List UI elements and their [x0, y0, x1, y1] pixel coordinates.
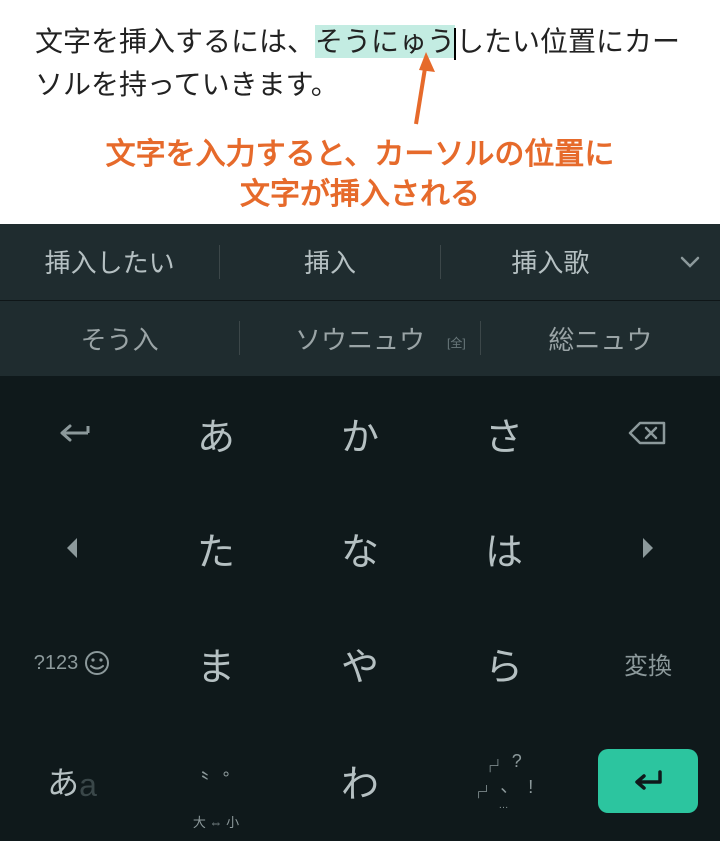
symbol-icon: ┌┘ ? ┌┘ 、 ! … — [475, 751, 534, 811]
kana-key-ka[interactable]: か — [288, 376, 432, 491]
kana-key-ha[interactable]: は — [432, 491, 576, 606]
kana-key-a[interactable]: あ — [144, 376, 288, 491]
sym-question: ? — [512, 751, 522, 772]
candidate-4[interactable]: そう入 — [0, 320, 239, 357]
annotation-arrow-icon — [408, 52, 438, 127]
text-before: 文字を挿入するには、 — [35, 26, 315, 57]
triangle-left-icon — [65, 536, 79, 560]
sym-more: … — [498, 800, 509, 811]
keyboard-row-3: ?123 ま や ら 変換 — [0, 606, 720, 721]
kana-key-wa[interactable]: わ — [288, 721, 432, 841]
dakuten-marks: 〝 ゜ — [187, 765, 245, 797]
kana-key-ya[interactable]: や — [288, 606, 432, 721]
annotation-line2: 文字が挿入される — [20, 175, 700, 216]
candidate-5[interactable]: ソウニュウ [全] — [240, 320, 479, 357]
text-editor-content[interactable]: 文字を挿入するには、そうにゅうしたい位置にカーソルを持っていきます。 — [0, 0, 720, 127]
kana-key-ma[interactable]: ま — [144, 606, 288, 721]
language-switch-key[interactable]: あa — [0, 721, 144, 841]
candidate-6[interactable]: 総ニュウ — [481, 320, 720, 357]
keyboard-row-2: た な は — [0, 491, 720, 606]
undo-arrow-icon — [52, 422, 92, 444]
enter-icon — [630, 768, 666, 794]
ime-composing-text: そうにゅう — [315, 25, 455, 58]
backspace-key[interactable] — [576, 376, 720, 491]
dakuten-size-key[interactable]: 〝 ゜ 大 ⇔ 小 — [144, 721, 288, 841]
chevron-down-icon — [680, 256, 700, 268]
candidate-2[interactable]: 挿入 — [220, 243, 439, 280]
enter-key-button — [598, 749, 698, 813]
candidate-badge: [全] — [447, 334, 466, 351]
kana-key-ra[interactable]: ら — [432, 606, 576, 721]
size-toggle-label: 大 ⇔ 小 — [193, 812, 239, 831]
cursor-right-key[interactable] — [576, 491, 720, 606]
dakuten-right: ゜ — [223, 765, 245, 797]
candidate-5-label: ソウニュウ — [295, 325, 425, 355]
enter-key[interactable] — [576, 721, 720, 841]
cursor-left-key[interactable] — [0, 491, 144, 606]
emoji-icon — [84, 650, 110, 676]
candidate-3[interactable]: 挿入歌 — [441, 243, 660, 280]
keyboard-row-1: あ か さ — [0, 376, 720, 491]
lang-en: a — [79, 767, 97, 804]
kana-key-na[interactable]: な — [288, 491, 432, 606]
sym-ex: ! — [528, 777, 533, 798]
candidate-row-1: 挿入したい 挿入 挿入歌 — [0, 224, 720, 300]
candidate-1[interactable]: 挿入したい — [0, 243, 219, 280]
candidate-row-2: そう入 ソウニュウ [全] 総ニュウ — [0, 300, 720, 376]
annotation-line1: 文字を入力すると、カーソルの位置に — [20, 135, 700, 176]
annotation-callout: 文字を入力すると、カーソルの位置に 文字が挿入される — [0, 127, 720, 224]
kana-key-sa[interactable]: さ — [432, 376, 576, 491]
backspace-icon — [628, 419, 668, 447]
language-icon: あa — [47, 758, 97, 804]
henkan-key[interactable]: 変換 — [576, 606, 720, 721]
triangle-right-icon — [641, 536, 655, 560]
expand-candidates-button[interactable] — [660, 256, 720, 268]
undo-key[interactable] — [0, 376, 144, 491]
keyboard-keys: あ か さ た な は — [0, 376, 720, 841]
sym-dot: 、 — [500, 772, 518, 798]
dakuten-left: 〝 — [187, 765, 209, 797]
lang-jp: あ — [47, 758, 79, 804]
numeric-label: ?123 — [34, 652, 79, 675]
kana-key-ta[interactable]: た — [144, 491, 288, 606]
symbol-key[interactable]: ┌┘ ? ┌┘ 、 ! … — [432, 721, 576, 841]
keyboard-row-4: あa 〝 ゜ 大 ⇔ 小 わ ┌┘ ? ┌┘ — [0, 721, 720, 841]
number-emoji-key[interactable]: ?123 — [0, 606, 144, 721]
ime-keyboard: 挿入したい 挿入 挿入歌 そう入 ソウニュウ [全] 総ニュウ — [0, 224, 720, 841]
